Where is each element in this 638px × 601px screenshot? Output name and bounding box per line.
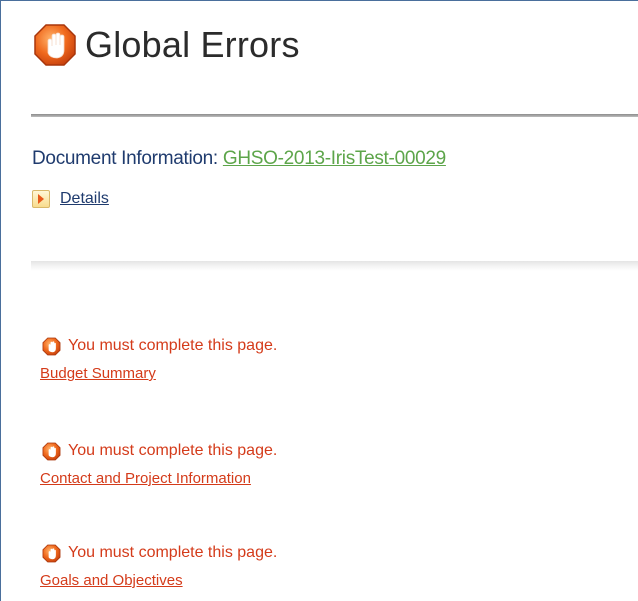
error-item: You must complete this page. Goals and O… [40,542,277,590]
global-errors-panel: Global Errors Document Information: GHSO… [0,0,638,601]
page-header: Global Errors [33,23,300,67]
document-information: Document Information: GHSO-2013-IrisTest… [32,148,446,170]
details-link[interactable]: Details [60,190,109,208]
header-divider [31,114,638,117]
stop-hand-icon [42,442,61,460]
error-link-budget-summary[interactable]: Budget Summary [40,365,156,382]
details-toggle[interactable]: Details [32,190,109,208]
error-message: You must complete this page. [40,542,277,564]
error-message-text: You must complete this page. [68,544,278,561]
stop-hand-icon [42,544,61,562]
error-message: You must complete this page. [40,335,277,357]
error-link-goals-objectives[interactable]: Goals and Objectives [40,572,183,589]
page-title: Global Errors [85,24,300,65]
document-info-label: Document Information: [32,148,218,169]
error-message-text: You must complete this page. [68,337,278,354]
error-item: You must complete this page. Budget Summ… [40,335,277,383]
error-message: You must complete this page. [40,440,277,462]
error-item: You must complete this page. Contact and… [40,440,277,488]
expand-arrow-icon[interactable] [32,190,50,208]
document-id-link[interactable]: GHSO-2013-IrisTest-00029 [223,148,446,169]
stop-hand-icon [42,337,61,355]
error-link-contact-project-information[interactable]: Contact and Project Information [40,470,251,487]
stop-hand-icon [34,24,76,66]
error-message-text: You must complete this page. [68,442,278,459]
section-divider [31,261,638,271]
